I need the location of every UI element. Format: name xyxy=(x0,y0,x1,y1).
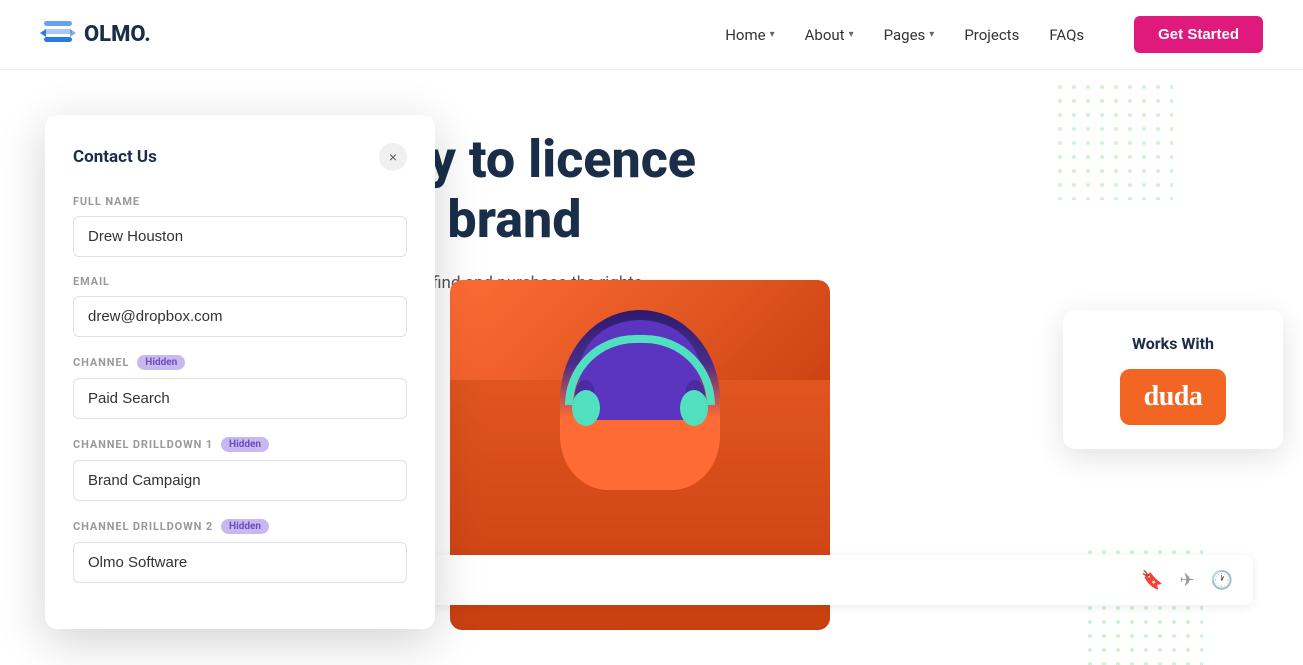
nav-home[interactable]: Home ▾ xyxy=(725,26,774,44)
channel-input[interactable] xyxy=(73,378,407,419)
bottom-bar-icons: 🔖 ✈ 🕐 xyxy=(1141,570,1233,591)
duda-logo: duda xyxy=(1120,369,1227,425)
email-input[interactable] xyxy=(73,296,407,337)
logo-icon xyxy=(40,21,76,49)
channel-hidden-badge: Hidden xyxy=(137,355,185,370)
channel-drilldown1-input[interactable] xyxy=(73,460,407,501)
channel-drilldown2-input[interactable] xyxy=(73,542,407,583)
channel-drilldown2-field-group: CHANNEL DRILLDOWN 2 Hidden xyxy=(73,519,407,583)
channel-drilldown2-hidden-badge: Hidden xyxy=(221,519,269,534)
nav-about[interactable]: About ▾ xyxy=(805,26,854,44)
bottom-bar: o. 🔖 ✈ 🕐 xyxy=(350,555,1253,605)
modal-title: Contact Us xyxy=(73,147,157,167)
modal-header: Contact Us × xyxy=(73,143,407,171)
works-with-title: Works With xyxy=(1083,334,1263,353)
email-field-group: EMAIL xyxy=(73,275,407,337)
headphones-left xyxy=(572,390,600,426)
logo-text: OLMO. xyxy=(84,22,151,47)
full-name-field-group: FULL NAME xyxy=(73,195,407,257)
headphones-right xyxy=(680,390,708,426)
chevron-down-icon: ▾ xyxy=(849,29,854,40)
modal-close-button[interactable]: × xyxy=(379,143,407,171)
channel-field-group: CHANNEL Hidden xyxy=(73,355,407,419)
channel-drilldown2-label: CHANNEL DRILLDOWN 2 Hidden xyxy=(73,519,407,534)
nav-faqs[interactable]: FAQs xyxy=(1049,26,1084,44)
person-head xyxy=(560,310,720,490)
channel-drilldown1-label: CHANNEL DRILLDOWN 1 Hidden xyxy=(73,437,407,452)
channel-label: CHANNEL Hidden xyxy=(73,355,407,370)
chevron-down-icon: ▾ xyxy=(929,29,934,40)
share-icon[interactable]: ✈ xyxy=(1179,570,1194,591)
logo[interactable]: OLMO. xyxy=(40,21,151,49)
email-label: EMAIL xyxy=(73,275,407,288)
channel-drilldown1-hidden-badge: Hidden xyxy=(221,437,269,452)
full-name-label: FULL NAME xyxy=(73,195,407,208)
chevron-down-icon: ▾ xyxy=(770,29,775,40)
clock-icon[interactable]: 🕐 xyxy=(1211,570,1233,591)
nav-pages[interactable]: Pages ▾ xyxy=(884,26,935,44)
full-name-input[interactable] xyxy=(73,216,407,257)
navbar: OLMO. Home ▾ About ▾ Pages ▾ Projects FA… xyxy=(0,0,1303,70)
nav-links: Home ▾ About ▾ Pages ▾ Projects FAQs Get… xyxy=(725,16,1263,53)
contact-us-modal: Contact Us × FULL NAME EMAIL CHANNEL Hid… xyxy=(45,115,435,629)
channel-drilldown1-field-group: CHANNEL DRILLDOWN 1 Hidden xyxy=(73,437,407,501)
works-with-card: Works With duda xyxy=(1063,310,1283,449)
get-started-button[interactable]: Get Started xyxy=(1134,16,1263,53)
nav-projects[interactable]: Projects xyxy=(964,26,1019,44)
bookmark-icon[interactable]: 🔖 xyxy=(1141,570,1163,591)
